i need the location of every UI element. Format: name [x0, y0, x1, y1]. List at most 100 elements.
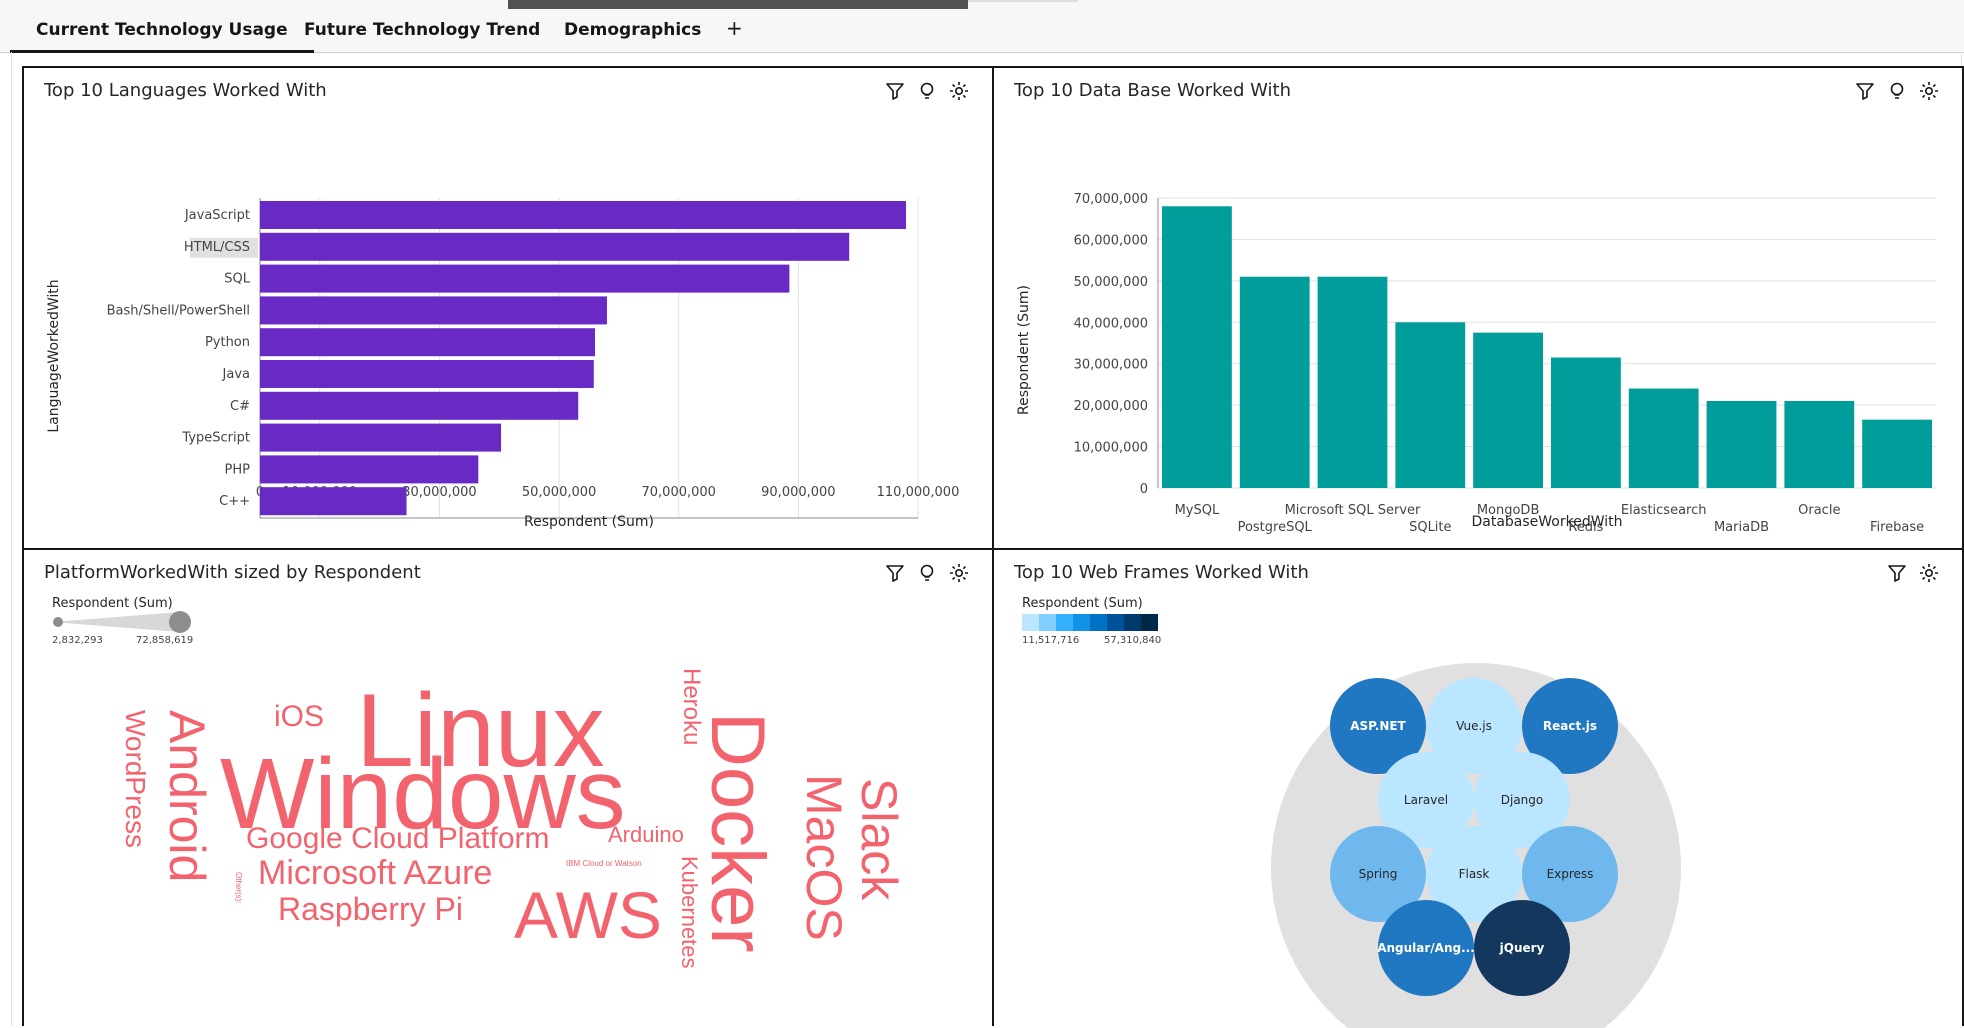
word-aws: AWS [514, 878, 662, 952]
bubble-label: Laravel [1404, 793, 1448, 807]
y-tick-label: Bash/Shell/PowerShell [107, 303, 250, 318]
bar[interactable] [260, 455, 479, 484]
y-tick-label: C++ [219, 494, 250, 509]
word-microsoft-azure: Microsoft Azure [258, 854, 492, 892]
y-tick-label: SQL [224, 272, 250, 287]
legend-swatch [1039, 614, 1056, 631]
word-ibm-cloud-or-watson: IBM Cloud or Watson [566, 859, 642, 868]
legend-title: Respondent (Sum) [1022, 596, 1143, 611]
filter-icon[interactable] [884, 80, 906, 102]
bar[interactable] [1551, 357, 1621, 489]
word-raspberry-pi: Raspberry Pi [278, 891, 463, 927]
word-ios: iOS [274, 700, 324, 733]
y-tick-label: 30,000,000 [1074, 358, 1148, 373]
tab-bar: Current Technology Usage Future Technolo… [0, 0, 1964, 53]
settings-icon[interactable] [948, 80, 970, 102]
legend-swatch [1124, 614, 1141, 631]
bar[interactable] [260, 264, 790, 293]
bar[interactable] [260, 391, 579, 420]
bubble-label: Flask [1459, 867, 1490, 881]
legend-swatch [1022, 614, 1039, 631]
databases-bar-chart: 0 10,000,000 20,000,000 30,000,000 40,000,00… [1016, 192, 1936, 535]
bar[interactable] [1706, 401, 1777, 488]
platforms-word-cloud: Respondent (Sum) 2,832,293 72,858,619 Li… [52, 596, 907, 969]
panel-top-languages[interactable]: Top 10 Languages Worked With 010,000,000… [22, 66, 994, 550]
panel-title: Top 10 Data Base Worked With [1014, 80, 1292, 101]
word-arduino: Arduino [608, 822, 684, 847]
x-tick-label: Oracle [1798, 503, 1840, 518]
legend-title: Respondent (Sum) [52, 596, 173, 611]
y-tick-label: 60,000,000 [1074, 233, 1148, 248]
tab-future-technology-trend[interactable]: Future Technology Trend [304, 20, 540, 40]
bar[interactable] [1628, 388, 1699, 488]
bar[interactable] [1162, 206, 1232, 488]
y-axis-title: Respondent (Sum) [1016, 285, 1032, 415]
settings-icon[interactable] [1918, 80, 1940, 102]
x-tick-label: 90,000,000 [761, 485, 835, 500]
bar[interactable] [1862, 419, 1932, 488]
legend-swatch [1107, 614, 1124, 631]
tab-demographics[interactable]: Demographics [564, 20, 701, 40]
panel-web-frameworks[interactable]: Top 10 Web Frames Worked With Respondent… [992, 548, 1964, 1028]
bar[interactable] [260, 328, 595, 357]
legend-swatch [1073, 614, 1090, 631]
bar[interactable] [260, 201, 907, 229]
bar[interactable] [260, 296, 607, 325]
word-heroku: Heroku [678, 668, 705, 745]
bar[interactable] [260, 487, 407, 516]
y-axis-title: LanguageWorkedWith [46, 279, 62, 432]
legend-max-label: 57,310,840 [1104, 635, 1161, 646]
y-tick-label: C# [230, 399, 250, 414]
bubble-label: Django [1501, 793, 1544, 807]
y-tick-label: 70,000,000 [1074, 192, 1148, 207]
panel-top-databases[interactable]: Top 10 Data Base Worked With 0 10,000,000… [992, 66, 1964, 550]
lightbulb-icon[interactable] [1886, 80, 1908, 102]
x-tick-label: Elasticsearch [1621, 503, 1707, 518]
lightbulb-icon[interactable] [916, 80, 938, 102]
x-axis-title: DatabaseWorkedWith [1471, 514, 1622, 530]
bubble-label: Vue.js [1456, 719, 1492, 733]
legend-min-label: 11,517,716 [1022, 635, 1079, 646]
webframes-bubble-chart: Respondent (Sum) 11,517,716 57,310,840 A… [1022, 596, 1681, 1028]
bar[interactable] [1317, 276, 1388, 488]
bar[interactable] [1239, 276, 1310, 488]
tab-bar-divider [968, 0, 1078, 2]
x-tick-label: MySQL [1175, 503, 1220, 518]
word-android: Android [159, 710, 215, 882]
word-macos: MacOS [796, 774, 852, 941]
y-tick-label: Python [205, 335, 250, 350]
bar[interactable] [1395, 322, 1466, 488]
bar[interactable] [1784, 401, 1855, 488]
y-tick-label: PHP [225, 462, 251, 477]
word-google-cloud-platform: Google Cloud Platform [246, 822, 550, 855]
x-tick-label: 70,000,000 [642, 485, 716, 500]
legend-swatch [1090, 614, 1107, 631]
panel-platforms[interactable]: PlatformWorkedWith sized by Respondent R… [22, 548, 994, 1026]
y-tick-label: 0 [1140, 482, 1148, 497]
add-tab-button[interactable]: + [726, 16, 743, 40]
canvas-left-edge [11, 52, 12, 1026]
languages-bar-chart: 010,000,00030,000,00050,000,00070,000,00… [46, 198, 959, 530]
color-legend [1022, 614, 1158, 631]
bubble-label: Spring [1359, 867, 1398, 881]
word-docker: Docker [695, 712, 780, 953]
filter-icon[interactable] [1854, 80, 1876, 102]
x-tick-label: PostgreSQL [1238, 520, 1313, 535]
x-tick-label: Firebase [1870, 520, 1924, 535]
bar[interactable] [260, 423, 502, 452]
x-tick-label: SQLite [1409, 520, 1451, 535]
word-others: Other(s): [234, 872, 243, 904]
tab-current-technology-usage[interactable]: Current Technology Usage [10, 20, 314, 53]
bar[interactable] [260, 232, 850, 261]
y-tick-label: JavaScript [184, 208, 250, 223]
legend-min-label: 2,832,293 [52, 635, 103, 646]
bubble-label: React.js [1543, 719, 1597, 733]
y-tick-label: HTML/CSS [184, 240, 250, 255]
y-tick-label: Java [222, 367, 250, 382]
bar[interactable] [260, 360, 594, 388]
bar[interactable] [1473, 332, 1543, 488]
loading-bar [508, 0, 968, 9]
bubble-label: ASP.NET [1350, 719, 1406, 733]
y-tick-label: 10,000,000 [1074, 441, 1148, 456]
word-kubernetes: Kubernetes [677, 856, 702, 969]
